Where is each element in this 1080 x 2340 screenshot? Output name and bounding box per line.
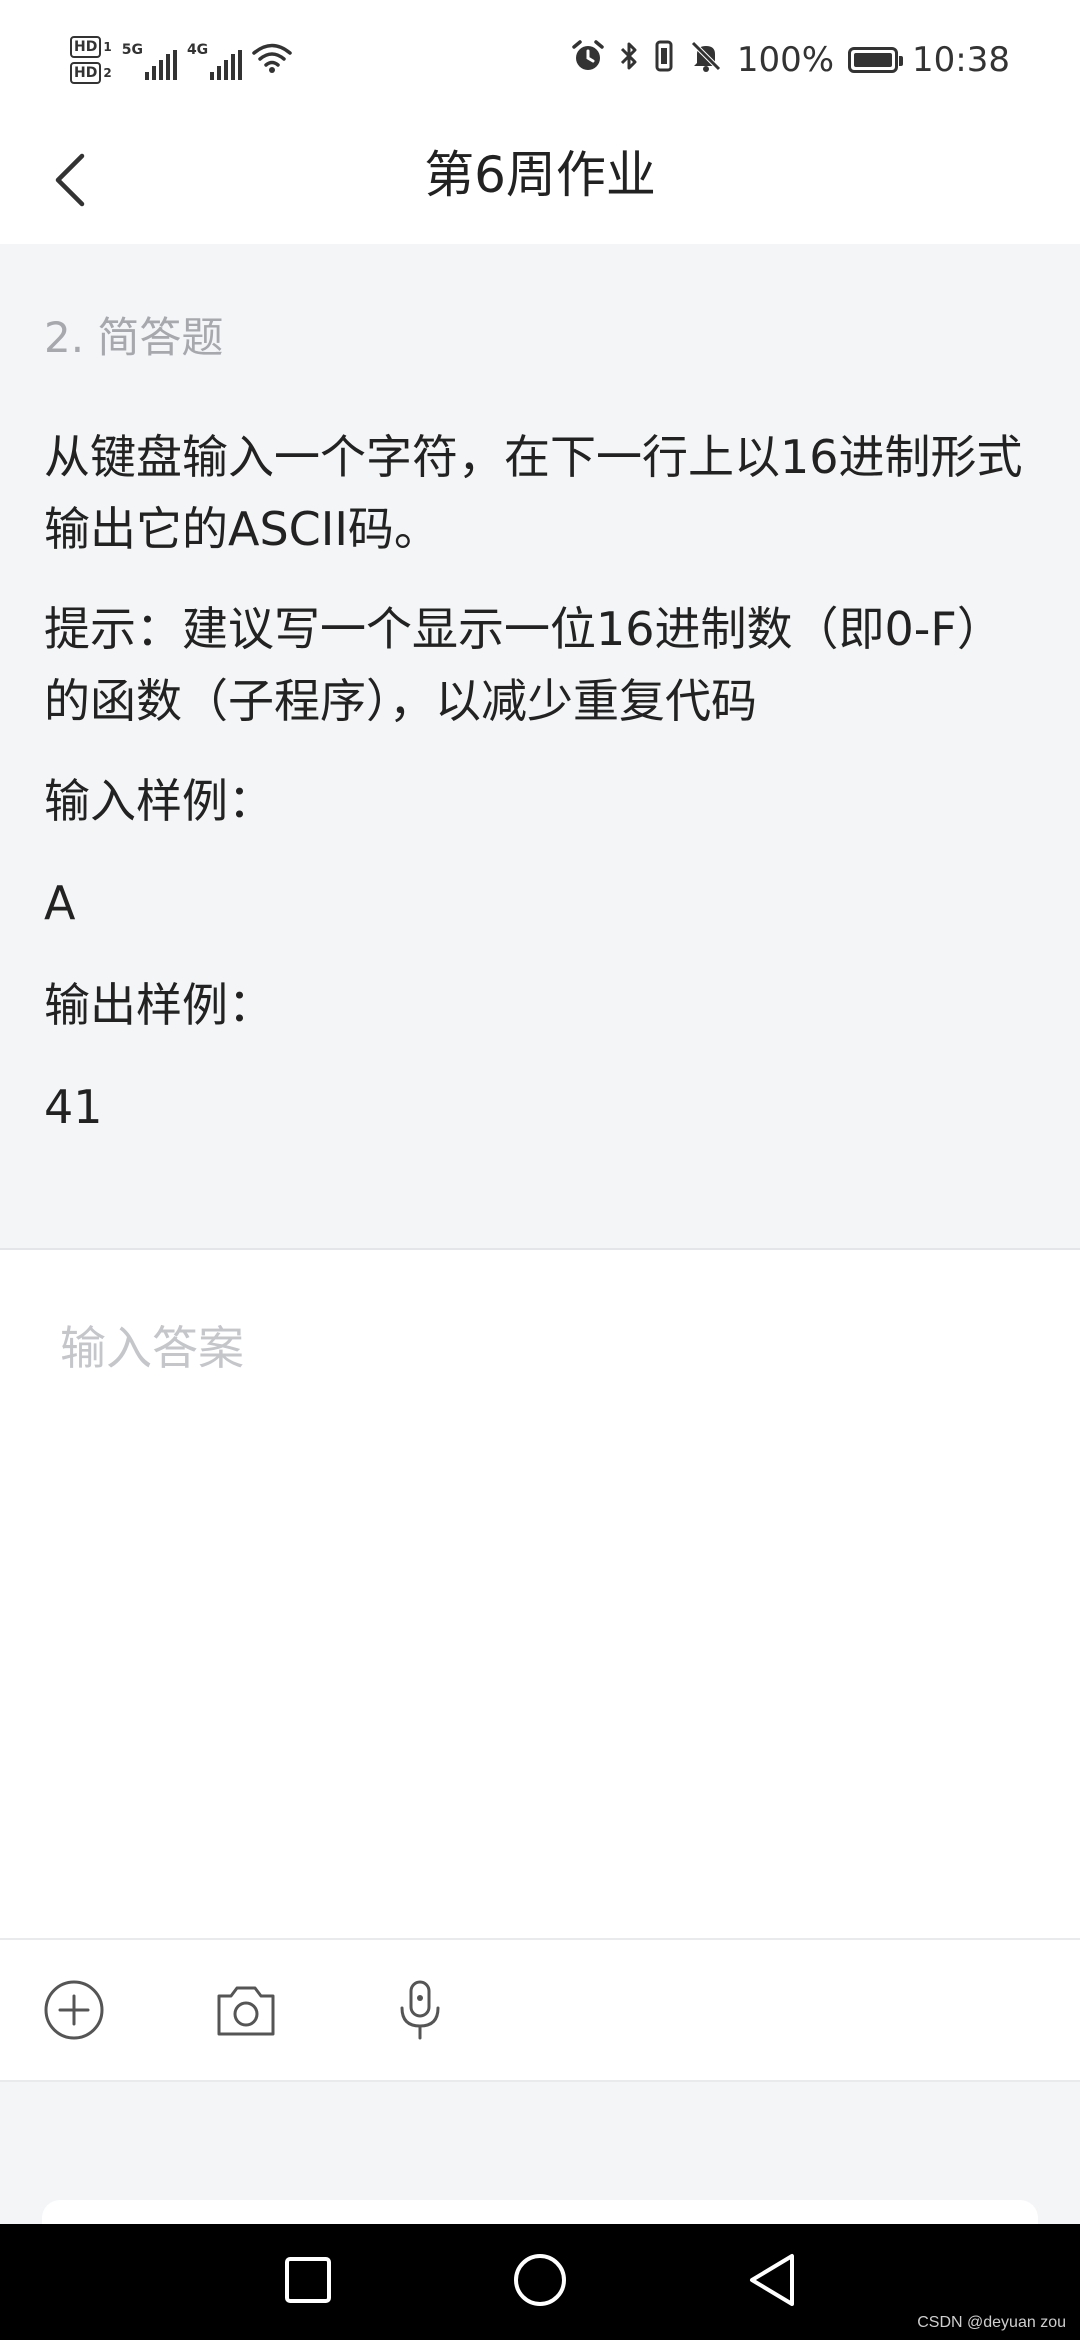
square-recent-icon [283,2255,333,2309]
hd-badge-sim2: HD 2 [70,62,112,84]
output-sample-label: 输出样例： [44,978,274,1032]
circle-home-icon [512,2252,568,2312]
home-button[interactable] [508,2250,572,2314]
voice-input-button[interactable] [384,1976,456,2048]
attachment-toolbar [0,1938,1080,2082]
camera-icon [213,1980,279,2044]
signal-sim1: 5G [122,40,177,80]
alarm-icon [571,39,605,82]
wifi-icon [252,42,292,78]
triangle-back-icon [746,2252,798,2312]
battery-percent: 100% [736,40,835,80]
add-circle-icon [42,1978,106,2046]
bluetooth-icon [619,39,639,82]
answer-input[interactable] [58,1310,1022,1874]
watermark: CSDN @deyuan zou [917,2314,1066,2331]
status-bar: HD 1 HD 2 5G 4G 100% 10:38 [0,0,1080,120]
title-bar: 第6周作业 [0,120,1080,244]
microphone-icon [396,1978,444,2046]
input-sample-label: 输入样例： [44,774,274,828]
mute-bell-icon [689,39,723,82]
question-type-label: 2. 简答题 [44,313,224,362]
status-left-group: HD 1 HD 2 5G 4G [70,28,292,92]
status-right-group: 100% 10:38 [571,28,1010,92]
signal-bars-icon [210,50,243,80]
system-back-button[interactable] [740,2250,804,2314]
network-type-label: 4G [186,42,209,58]
hd-indicators: HD 1 HD 2 [70,36,112,84]
system-navigation-bar: CSDN @deyuan zou [0,2224,1080,2340]
chevron-left-icon [50,150,90,214]
output-sample-value: 41 [44,1080,103,1134]
question-hint: 提示：建议写一个显示一位16进制数（即0-F）的函数（子程序），以减少重复代码 [44,602,1003,728]
clock-time: 10:38 [912,40,1010,80]
page-title: 第6周作业 [424,146,656,204]
battery-icon [848,47,904,73]
recent-apps-button[interactable] [276,2250,340,2314]
back-button[interactable] [30,142,110,222]
network-type-label: 5G [121,42,143,58]
input-sample-value: A [44,876,76,930]
question-body: 从键盘输入一个字符，在下一行上以16进制形式输出它的ASCII码。 [44,430,1023,556]
signal-bars-icon [144,50,177,80]
camera-button[interactable] [210,1976,282,2048]
add-attachment-button[interactable] [38,1976,110,2048]
vibrate-icon [653,39,675,82]
question-panel: 2. 简答题 从键盘输入一个字符，在下一行上以16进制形式输出它的ASCII码。… [0,244,1080,1250]
answer-area [0,1250,1080,1940]
hd-badge-sim1: HD 1 [70,36,112,58]
signal-sim2: 4G [186,40,243,80]
